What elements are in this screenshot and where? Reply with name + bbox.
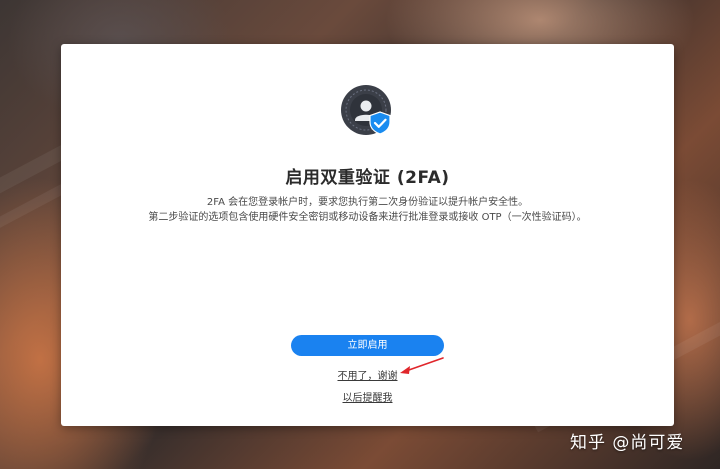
dialog-title: 启用双重验证 (2FA) <box>285 168 450 188</box>
user-shield-check-icon <box>340 84 394 138</box>
dialog-description-line-1: 2FA 会在您登录帐户时，要求您执行第二次身份验证以提升帐户安全性。 <box>206 197 529 208</box>
dialog-description-line-2: 第二步验证的选项包含使用硬件安全密钥或移动设备来进行批准登录或接收 OTP（一次… <box>148 212 587 223</box>
watermark-text: 知乎 @尚可爱 <box>570 433 685 453</box>
enable-now-button[interactable]: 立即启用 <box>291 335 444 356</box>
remind-later-link[interactable]: 以后提醒我 <box>343 393 393 404</box>
remind-later-link-row: 以后提醒我 <box>61 389 674 404</box>
decline-link[interactable]: 不用了，谢谢 <box>338 371 398 382</box>
two-factor-setup-dialog: 启用双重验证 (2FA) 2FA 会在您登录帐户时，要求您执行第二次身份验证以提… <box>61 44 674 426</box>
decline-link-row: 不用了，谢谢 <box>61 367 674 382</box>
annotation-arrow-icon <box>400 357 444 374</box>
